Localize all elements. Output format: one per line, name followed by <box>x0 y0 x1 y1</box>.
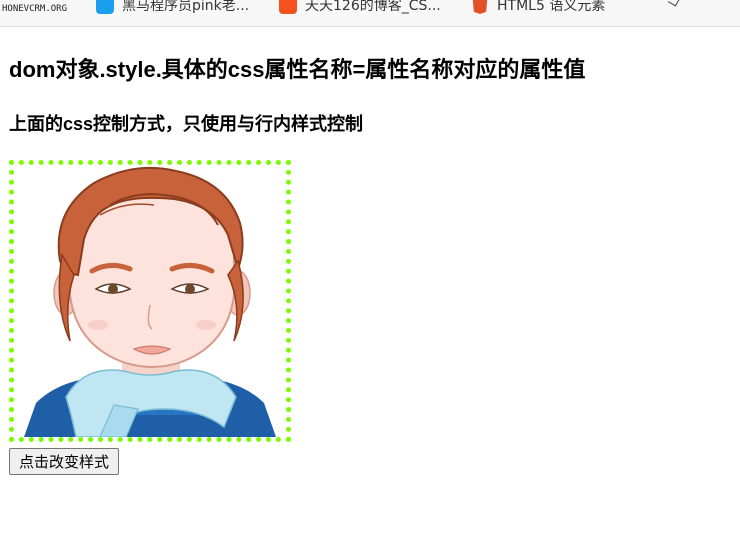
bookmark-label: 天天126的博客_CS... <box>305 0 441 14</box>
avatar-image-frame <box>9 160 291 442</box>
bookmark-html5-semantic[interactable]: HTML5 语义元素 <box>471 0 605 18</box>
cartoon-woman-avatar <box>24 166 276 437</box>
bookmark-label: HONEVCRM.ORG <box>2 4 68 14</box>
bookmark-honeycrm[interactable]: HONEVCRM.ORG <box>2 0 67 22</box>
csdn-icon <box>279 0 297 14</box>
change-style-button[interactable]: 点击改变样式 <box>9 448 120 475</box>
page-subtitle: 上面的css控制方式，只使用与行内样式控制 <box>9 114 364 134</box>
bookmark-csdn-blog[interactable]: 天天126的博客_CS... <box>279 0 441 18</box>
page-title: dom对象.style.具体的css属性名称=属性名称对应的属性值 <box>9 57 586 82</box>
bookmark-label: HTML5 语义元素 <box>497 0 606 14</box>
html5-icon <box>472 0 488 14</box>
mouse-cursor-icon <box>667 0 682 7</box>
bookmarks-bar: HONEVCRM.ORG 黑马程序员pink老... 天天126的博客_CS..… <box>0 0 740 27</box>
bookmark-pink-teacher[interactable]: 黑马程序员pink老... <box>96 0 249 18</box>
bookmark-label: 黑马程序员pink老... <box>122 0 250 14</box>
bilibili-icon <box>96 0 114 14</box>
